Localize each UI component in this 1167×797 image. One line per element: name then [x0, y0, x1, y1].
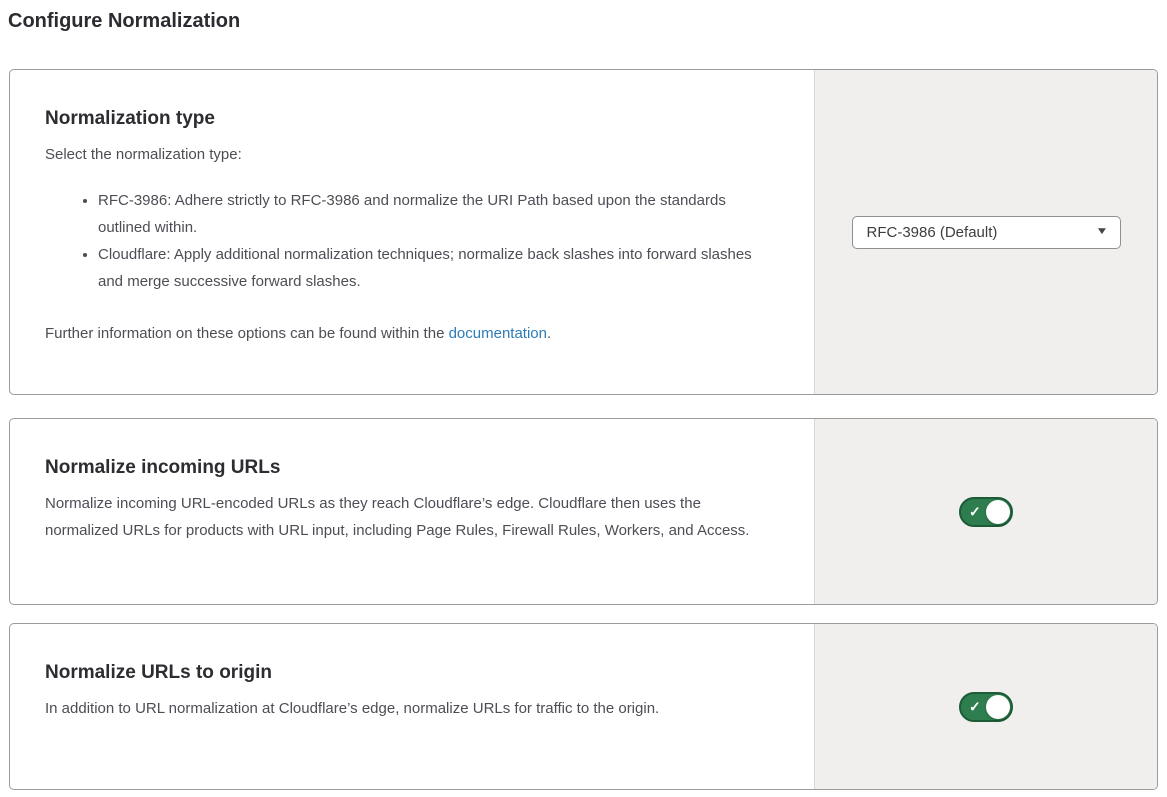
card-heading-normalize-urls-to-origin: Normalize URLs to origin	[45, 660, 764, 686]
normalization-type-select-value: RFC-3986 (Default)	[867, 224, 998, 241]
check-icon: ✓	[969, 504, 981, 518]
check-icon: ✓	[969, 699, 981, 713]
card-normalize-urls-to-origin-aside: ✓	[814, 624, 1157, 789]
card-normalize-urls-to-origin: Normalize URLs to origin In addition to …	[9, 623, 1158, 790]
card-normalization-type-aside: RFC-3986 (Default) ▼	[814, 70, 1157, 394]
normalization-type-options-list: RFC-3986: Adhere strictly to RFC-3986 an…	[45, 187, 764, 295]
toggle-knob	[986, 695, 1010, 719]
chevron-down-icon: ▼	[1095, 227, 1108, 237]
card-normalization-type: Normalization type Select the normalizat…	[9, 69, 1158, 395]
footer-text-suffix: .	[547, 325, 551, 342]
normalize-urls-to-origin-toggle[interactable]: ✓	[959, 692, 1013, 722]
footer-text-prefix: Further information on these options can…	[45, 325, 449, 342]
list-item-cloudflare: Cloudflare: Apply additional normalizati…	[98, 241, 760, 295]
list-item-rfc3986: RFC-3986: Adhere strictly to RFC-3986 an…	[98, 187, 760, 241]
card-normalize-urls-to-origin-body: Normalize URLs to origin In addition to …	[10, 624, 814, 789]
card-heading-normalize-incoming-urls: Normalize incoming URLs	[45, 455, 764, 481]
normalization-type-footer: Further information on these options can…	[45, 320, 764, 347]
normalize-urls-to-origin-description: In addition to URL normalization at Clou…	[45, 695, 764, 722]
normalize-incoming-urls-description: Normalize incoming URL-encoded URLs as t…	[45, 490, 764, 544]
card-heading-normalization-type: Normalization type	[45, 106, 764, 132]
settings-cards: Normalization type Select the normalizat…	[9, 69, 1158, 790]
normalization-type-select[interactable]: RFC-3986 (Default) ▼	[852, 216, 1121, 249]
card-normalize-incoming-urls-aside: ✓	[814, 419, 1157, 604]
card-normalize-incoming-urls-body: Normalize incoming URLs Normalize incomi…	[10, 419, 814, 604]
card-normalization-type-body: Normalization type Select the normalizat…	[10, 70, 814, 394]
card-normalize-incoming-urls: Normalize incoming URLs Normalize incomi…	[9, 418, 1158, 605]
normalize-incoming-urls-toggle[interactable]: ✓	[959, 497, 1013, 527]
documentation-link[interactable]: documentation	[449, 325, 547, 342]
toggle-knob	[986, 500, 1010, 524]
page-title: Configure Normalization	[0, 0, 1167, 33]
configure-normalization-page: Configure Normalization Normalization ty…	[0, 0, 1167, 797]
normalization-type-intro: Select the normalization type:	[45, 141, 764, 168]
